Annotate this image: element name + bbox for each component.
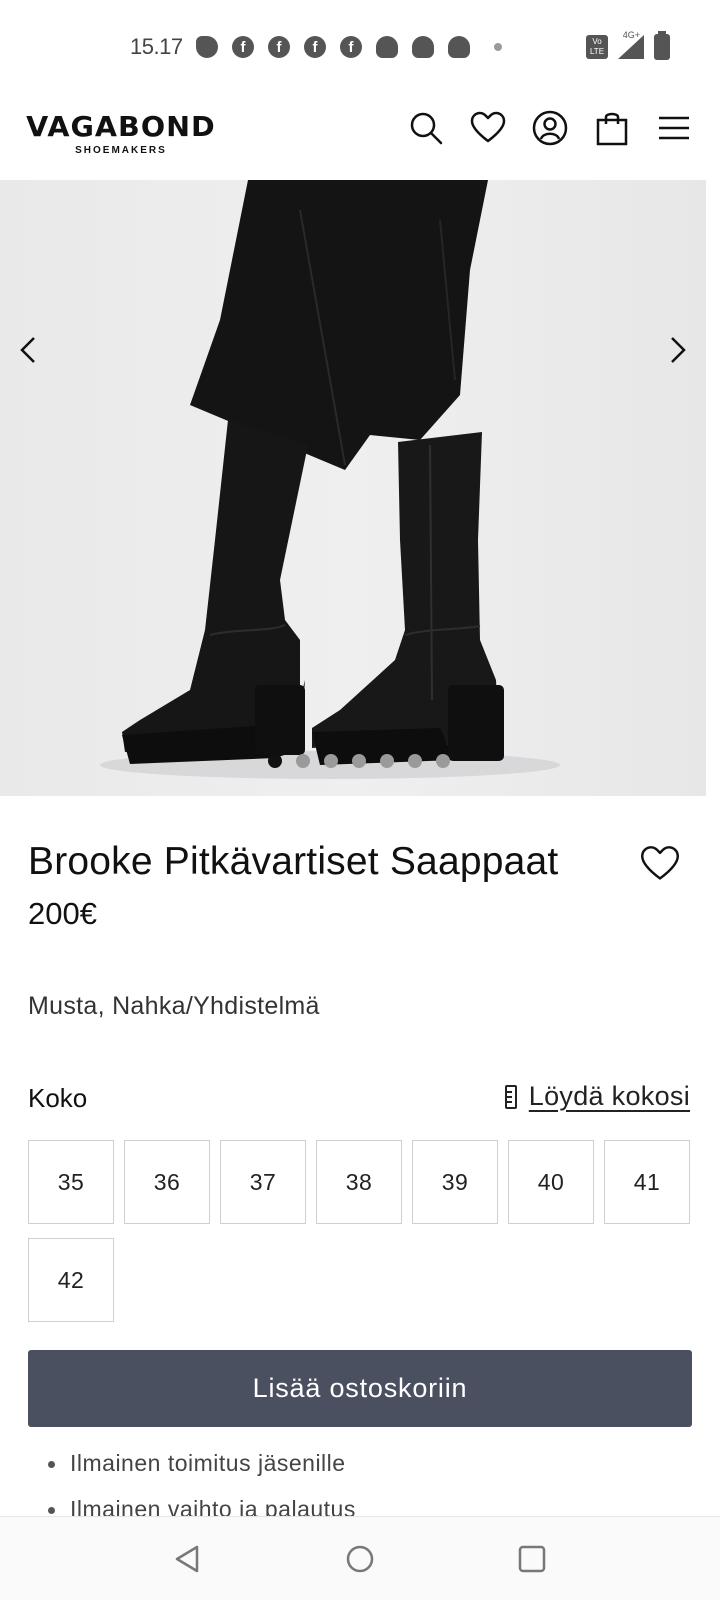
volte-icon: Vo LTE (586, 35, 608, 59)
gallery-dot[interactable] (352, 754, 366, 768)
menu-icon[interactable] (656, 110, 692, 146)
product-photo (100, 180, 560, 779)
search-icon[interactable] (408, 110, 444, 146)
gallery-pagination (268, 754, 450, 768)
chevron-left-icon (20, 337, 35, 363)
site-header: VAGABOND SHOEMAKERS (0, 96, 720, 180)
size-options: 35 36 37 38 39 40 41 42 (28, 1140, 694, 1322)
home-button[interactable] (340, 1539, 380, 1579)
back-triangle-icon (175, 1545, 199, 1572)
chevron-right-icon (671, 337, 686, 363)
find-size-label: Löydä kokosi (528, 1081, 690, 1111)
product-variant: Musta, Nahka/Yhdistelmä (28, 992, 320, 1020)
facebook-icon: f (340, 36, 362, 58)
size-option[interactable]: 37 (220, 1140, 306, 1224)
snapchat-icon (448, 36, 470, 58)
product-price: 200€ (28, 896, 97, 931)
notification-icons: f f f f (196, 36, 502, 58)
battery-icon (654, 31, 670, 60)
more-dot-icon (494, 43, 502, 51)
size-option[interactable]: 35 (28, 1140, 114, 1224)
back-button[interactable] (168, 1539, 208, 1579)
bag-icon[interactable] (594, 110, 630, 146)
benefit-item: Ilmainen toimitus jäsenille (48, 1450, 356, 1496)
system-nav-bar (0, 1516, 720, 1600)
gallery-dot[interactable] (436, 754, 450, 768)
gallery-dot[interactable] (296, 754, 310, 768)
recents-square-icon (518, 1545, 546, 1572)
gallery-dot[interactable] (408, 754, 422, 768)
gallery-dot[interactable] (268, 754, 282, 768)
gallery-dot[interactable] (324, 754, 338, 768)
logo-wordmark: VAGABOND (26, 110, 216, 143)
home-circle-icon (346, 1545, 374, 1572)
facebook-icon: f (268, 36, 290, 58)
product-title: Brooke Pitkävartiset Saappaat (28, 840, 559, 883)
size-option[interactable]: 36 (124, 1140, 210, 1224)
heart-icon (641, 846, 679, 880)
product-image-gallery[interactable] (0, 180, 706, 796)
wishlist-button[interactable] (640, 844, 680, 884)
header-actions (408, 110, 692, 146)
messages-icon (196, 36, 218, 58)
find-size-link[interactable]: Löydä kokosi (504, 1081, 690, 1112)
recents-button[interactable] (512, 1539, 552, 1579)
brand-logo[interactable]: VAGABOND SHOEMAKERS (26, 110, 216, 156)
size-option[interactable]: 39 (412, 1140, 498, 1224)
status-time: 15.17 (130, 34, 183, 59)
account-icon[interactable] (532, 110, 568, 146)
size-option[interactable]: 40 (508, 1140, 594, 1224)
add-to-cart-button[interactable]: Lisää ostoskoriin (28, 1350, 692, 1427)
status-bar: 15.17 f f f f Vo LTE 4G+ (0, 0, 720, 96)
size-label: Koko (28, 1083, 88, 1113)
gallery-next-button[interactable] (658, 330, 698, 370)
gallery-dot[interactable] (380, 754, 394, 768)
snapchat-icon (376, 36, 398, 58)
facebook-icon: f (304, 36, 326, 58)
heart-icon[interactable] (470, 110, 506, 146)
facebook-icon: f (232, 36, 254, 58)
logo-tagline: SHOEMAKERS (75, 145, 167, 156)
gallery-prev-button[interactable] (8, 330, 48, 370)
size-option[interactable]: 38 (316, 1140, 402, 1224)
size-option[interactable]: 41 (604, 1140, 690, 1224)
network-type: 4G+ (622, 30, 640, 40)
snapchat-icon (412, 36, 434, 58)
ruler-icon (504, 1084, 517, 1109)
size-option[interactable]: 42 (28, 1238, 114, 1322)
